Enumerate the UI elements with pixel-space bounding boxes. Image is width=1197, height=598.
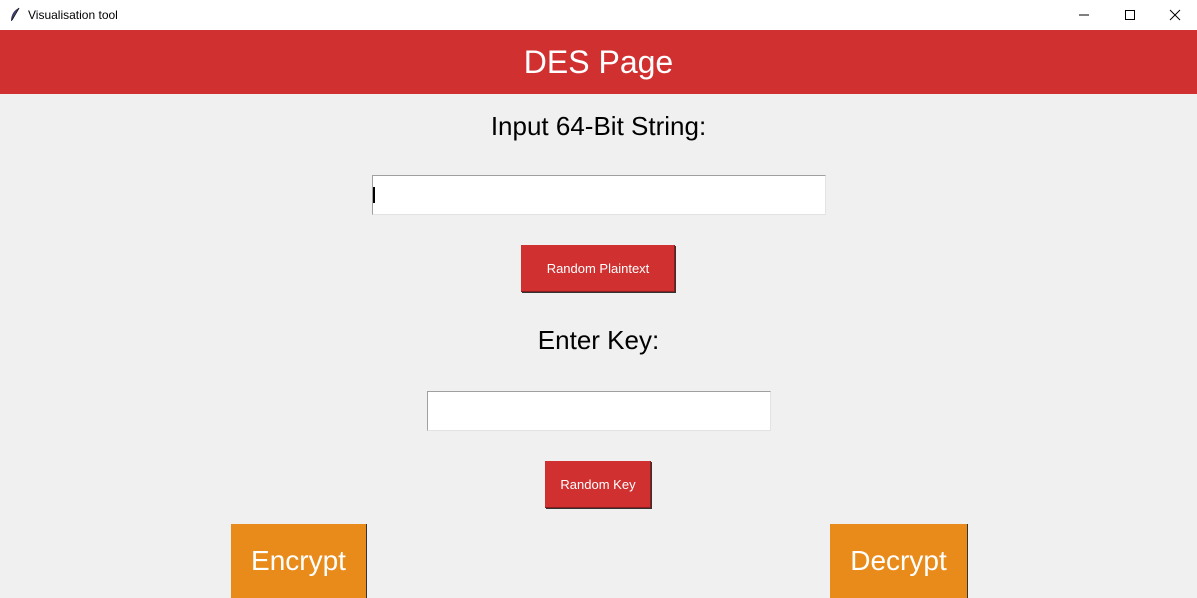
plaintext-input[interactable] [372, 175, 826, 215]
feather-icon [8, 7, 22, 23]
maximize-icon [1125, 10, 1135, 20]
close-icon [1169, 9, 1181, 21]
page-title: DES Page [523, 43, 674, 80]
page-header: DES Page [0, 30, 1197, 94]
minimize-button[interactable] [1061, 0, 1107, 30]
decrypt-button[interactable]: Decrypt [830, 524, 967, 598]
random-plaintext-button[interactable]: Random Plaintext [521, 245, 675, 292]
random-key-button[interactable]: Random Key [545, 461, 651, 508]
window-title: Visualisation tool [28, 8, 118, 22]
title-bar: Visualisation tool [0, 0, 1197, 30]
minimize-icon [1079, 14, 1089, 16]
plaintext-label: Input 64-Bit String: [490, 111, 707, 141]
close-button[interactable] [1152, 0, 1197, 30]
key-input[interactable] [427, 391, 771, 431]
key-label: Enter Key: [537, 325, 660, 355]
encrypt-button[interactable]: Encrypt [231, 524, 366, 598]
app-window: Visualisation tool DES Page Input 64-Bit… [0, 0, 1197, 598]
maximize-button[interactable] [1107, 0, 1153, 30]
text-cursor [373, 187, 375, 203]
